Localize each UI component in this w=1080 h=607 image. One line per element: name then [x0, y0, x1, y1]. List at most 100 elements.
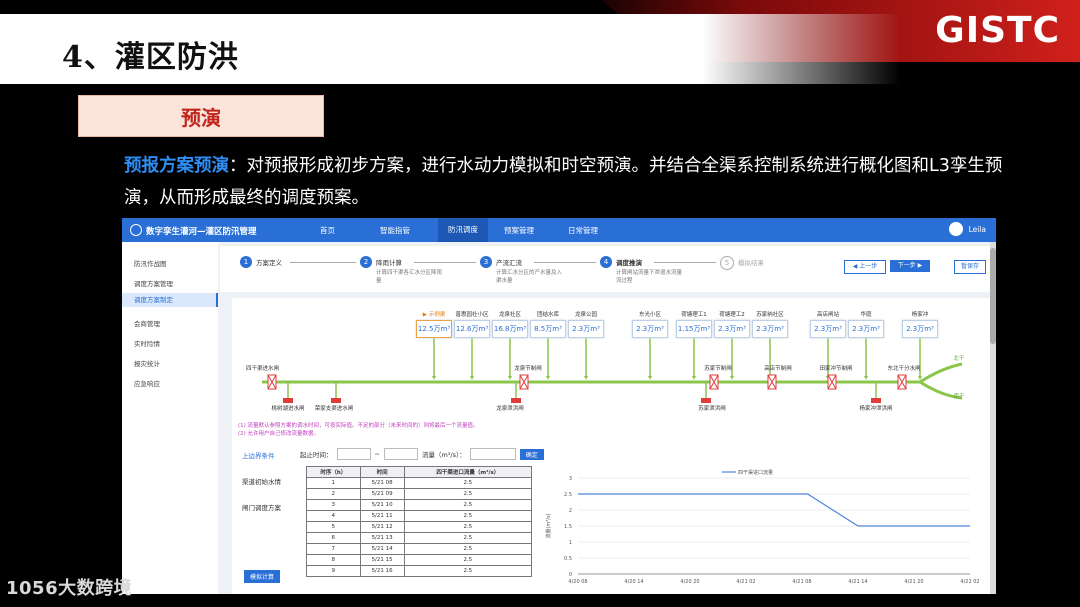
step-connector — [414, 262, 476, 263]
inflow-arrow — [508, 376, 512, 380]
nav-home[interactable]: 首页 — [320, 225, 335, 236]
node-value: 16.8万m³ — [492, 320, 528, 338]
scrollbar-thumb[interactable] — [990, 248, 996, 344]
outlet-gate-icon — [331, 398, 341, 403]
outlet-gate-icon — [701, 398, 711, 403]
scrollbar[interactable] — [990, 242, 996, 594]
sidebar: 防汛作战图 调度方案管理 调度方案制定 会商管理 实时险情 报灾统计 应急响应 — [122, 242, 218, 594]
sidebar-item-emergency[interactable]: 应急响应 — [134, 378, 160, 388]
table-cell: 4 — [306, 510, 361, 522]
node-3[interactable]: 团结水库 8.5万m³ — [530, 310, 566, 338]
branch-label-north: 北干 — [953, 356, 965, 362]
tab-upper-boundary[interactable]: 上边界条件 — [242, 450, 275, 460]
node-name: 杨家冲 — [911, 312, 929, 318]
step-4[interactable]: 4 调度推演 计算闸站流量下泄退水流量流过程 — [600, 256, 682, 284]
table-cell: 5/21 09 — [359, 488, 405, 500]
step-3[interactable]: 3 产流汇流 计算汇水分区的产水量及入渠水量 — [480, 256, 562, 284]
y-axis-label: 流量(m³/s) — [545, 513, 552, 538]
user-menu[interactable]: Leila — [948, 222, 986, 236]
table-cell[interactable]: 2.5 — [403, 477, 533, 489]
node-name: 龙泉公园 — [574, 312, 597, 318]
node-name: 龙泉社区 — [498, 312, 521, 318]
nav-flood[interactable]: 防汛调度 — [438, 218, 488, 242]
table-cell[interactable]: 2.5 — [403, 488, 533, 500]
table-cell[interactable]: 2.5 — [403, 499, 533, 511]
gate-label: 苏家泄洪闸 — [698, 406, 726, 412]
start-time-input[interactable] — [336, 448, 371, 460]
avatar — [948, 222, 963, 236]
sidebar-item-plan-make[interactable]: 调度方案制定 — [122, 293, 218, 307]
gistc-logo: GISTC — [935, 10, 1060, 51]
node-7[interactable]: 荷塘理工2 2.3万m³ — [714, 310, 750, 338]
gate-label: 田家冲节制闸 — [819, 366, 853, 372]
x-tick-label: 4/22 02 — [960, 579, 979, 585]
flow-chart: 0 0.5 1 1.5 2 2.5 3 4/20 08 4/20 14 4/20 20 4/21 0… — [540, 466, 986, 592]
app-topnav: 数字孪生灌河—灌区防汛管理 首页 智能指管 防汛调度 预案管理 日常管理 Lei… — [122, 218, 996, 242]
outlet-gate-icon — [283, 398, 293, 403]
app-brand: 数字孪生灌河—灌区防汛管理 — [130, 224, 257, 237]
table-cell[interactable]: 2.5 — [403, 510, 533, 522]
inflow-arrow — [864, 376, 868, 380]
node-6[interactable]: 荷塘理工1 1.15万m³ — [676, 310, 712, 338]
node-5[interactable]: 东光小区 2.3万m³ — [632, 310, 668, 338]
step-2[interactable]: 2 降雨计算 计算四干渠各汇水分区降雨量 — [360, 256, 442, 284]
step-connector — [534, 262, 596, 263]
table-cell[interactable]: 2.5 — [403, 565, 533, 577]
node-2[interactable]: 龙泉社区 16.8万m³ — [492, 310, 528, 338]
table-cell[interactable]: 2.5 — [403, 532, 533, 544]
y-tick-label: 3 — [569, 476, 572, 482]
table-cell: 9 — [306, 565, 361, 577]
app-logo-icon — [130, 224, 142, 236]
step-5[interactable]: 5 模拟结果 — [720, 256, 764, 270]
table-cell[interactable]: 2.5 — [403, 521, 533, 533]
tab-gate-plan[interactable]: 闸门调度方案 — [242, 502, 281, 512]
sidebar-item-report[interactable]: 报灾统计 — [134, 358, 160, 368]
node-11[interactable]: 杨家冲 2.3万m³ — [902, 310, 938, 338]
sidebar-item-risk[interactable]: 实时险情 — [134, 338, 160, 348]
node-9[interactable]: 高店闸站 2.3万m³ — [810, 310, 846, 338]
table-row: 3 5/21 10 2.5 — [306, 499, 533, 511]
node-value: 8.5万m³ — [530, 320, 566, 338]
confirm-button[interactable]: 确定 — [519, 448, 544, 460]
table-cell: 5/21 11 — [359, 510, 405, 522]
gate-label: 四干渠进水闸 — [246, 366, 280, 372]
gate-label: 荣家支渠进水闸 — [314, 406, 354, 412]
save-button[interactable]: 暂保存 — [954, 260, 986, 274]
nav-plan[interactable]: 预案管理 — [504, 225, 534, 236]
gate-label: 东北干分水闸 — [887, 366, 921, 372]
node-1[interactable]: 普惠园社小区 12.6万m³ — [454, 310, 490, 338]
prev-button[interactable]: ◀ 上一步 — [844, 260, 886, 274]
node-value: 2.3万m³ — [848, 320, 884, 338]
node-8[interactable]: 苏家纳社区 2.3万m³ — [752, 310, 788, 338]
table-row: 2 5/21 09 2.5 — [306, 488, 533, 500]
nav-smart[interactable]: 智能指管 — [380, 225, 410, 236]
x-tick-label: 4/21 20 — [904, 579, 923, 585]
end-time-input[interactable] — [383, 448, 418, 460]
table-cell[interactable]: 2.5 — [403, 543, 533, 555]
table-header: 时间 — [359, 466, 405, 478]
tab-initial-water[interactable]: 渠道初始水情 — [242, 476, 281, 486]
node-name: 普惠园社小区 — [455, 312, 489, 318]
next-button[interactable]: 下一步 ▶ — [890, 260, 930, 272]
simulate-button[interactable]: 模拟计算 — [244, 570, 281, 583]
sidebar-item-consult[interactable]: 会商管理 — [134, 318, 160, 328]
node-value: 12.5万m³ — [416, 320, 452, 338]
nav-daily[interactable]: 日常管理 — [568, 225, 598, 236]
description-text: ：对预报形成初步方案，进行水动力模拟和时空预演。并结合全渠系控制系统进行概化图和… — [124, 156, 1003, 208]
flow-input[interactable] — [469, 448, 516, 460]
watermark: 1056大数跨境 — [6, 578, 133, 599]
node-10[interactable]: 华庭 2.3万m³ — [848, 310, 884, 338]
node-value: 2.3万m³ — [810, 320, 846, 338]
x-tick-label: 4/21 08 — [792, 579, 811, 585]
node-name: 华庭 — [860, 312, 872, 318]
table-cell[interactable]: 2.5 — [403, 554, 533, 566]
step-1[interactable]: 1 方案定义 — [240, 256, 282, 268]
sidebar-item-plan-mgmt[interactable]: 调度方案管理 — [134, 278, 173, 288]
section-tag: 预演 — [78, 95, 324, 137]
sidebar-item-map[interactable]: 防汛作战图 — [134, 258, 167, 268]
node-0[interactable]: ▶ 示例渠 12.5万m³ — [416, 310, 452, 338]
flow-label: 流量（m³/s）： — [421, 451, 466, 459]
gate-label: 杨家冲泄洪闸 — [859, 406, 893, 412]
node-4[interactable]: 龙泉公园 2.3万m³ — [568, 310, 604, 338]
table-cell: 6 — [306, 532, 361, 544]
